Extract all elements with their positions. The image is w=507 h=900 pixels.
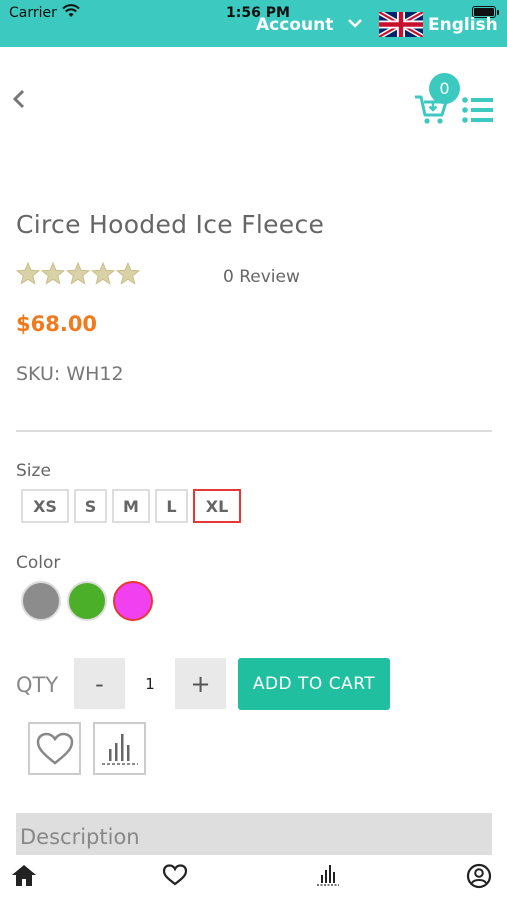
review-count-link[interactable]: 0 Review (223, 267, 300, 287)
size-option-xs[interactable]: XS (21, 489, 69, 523)
description-label: Description (20, 825, 140, 849)
description-section-header[interactable]: Description (16, 813, 492, 857)
add-to-wishlist-button[interactable] (28, 722, 81, 775)
size-option-m[interactable]: M (112, 489, 150, 523)
add-to-cart-button[interactable]: ADD TO CART (238, 658, 390, 710)
star-icon (116, 262, 140, 285)
heart-icon[interactable] (162, 863, 188, 887)
size-label: Size (16, 461, 51, 481)
quantity-stepper: - 1 + (74, 658, 226, 709)
qty-increment-button[interactable]: + (175, 658, 226, 709)
qty-decrement-button[interactable]: - (74, 658, 125, 709)
list-menu-icon[interactable] (462, 97, 494, 123)
cart-count-badge: 0 (429, 73, 460, 104)
rating-stars[interactable] (16, 262, 140, 285)
star-icon (16, 262, 40, 285)
compare-chart-icon[interactable] (315, 863, 341, 887)
chevron-down-icon[interactable] (347, 18, 363, 30)
size-options: XS S M L XL (21, 489, 241, 523)
product-title: Circe Hooded Ice Fleece (16, 210, 325, 239)
product-price: $68.00 (16, 312, 98, 336)
carrier-label: Carrier (9, 5, 57, 21)
language-selector[interactable]: English (428, 15, 498, 35)
size-option-s[interactable]: S (74, 489, 107, 523)
wifi-icon (62, 4, 80, 17)
top-bar: Carrier 1:56 PM Account English (0, 0, 507, 47)
color-swatch-magenta[interactable] (113, 581, 153, 621)
color-swatch-gray[interactable] (21, 581, 61, 621)
color-swatch-green[interactable] (67, 581, 107, 621)
size-option-l[interactable]: L (155, 489, 188, 523)
color-label: Color (16, 553, 61, 573)
add-to-compare-button[interactable] (93, 722, 146, 775)
star-icon (41, 262, 65, 285)
star-icon (66, 262, 90, 285)
user-icon[interactable] (466, 863, 492, 889)
product-sku: SKU: WH12 (16, 363, 124, 385)
qty-label: QTY (16, 673, 59, 697)
compare-chart-icon (101, 733, 138, 765)
color-swatches (21, 581, 153, 621)
bottom-nav (0, 855, 507, 900)
divider (16, 430, 492, 432)
heart-icon (36, 732, 73, 765)
back-chevron-icon[interactable] (11, 88, 27, 110)
uk-flag-icon[interactable] (379, 12, 423, 37)
size-option-xl[interactable]: XL (193, 489, 241, 523)
account-menu[interactable]: Account (256, 15, 333, 35)
home-icon[interactable] (11, 863, 37, 887)
star-icon (91, 262, 115, 285)
qty-input[interactable]: 1 (125, 658, 175, 709)
